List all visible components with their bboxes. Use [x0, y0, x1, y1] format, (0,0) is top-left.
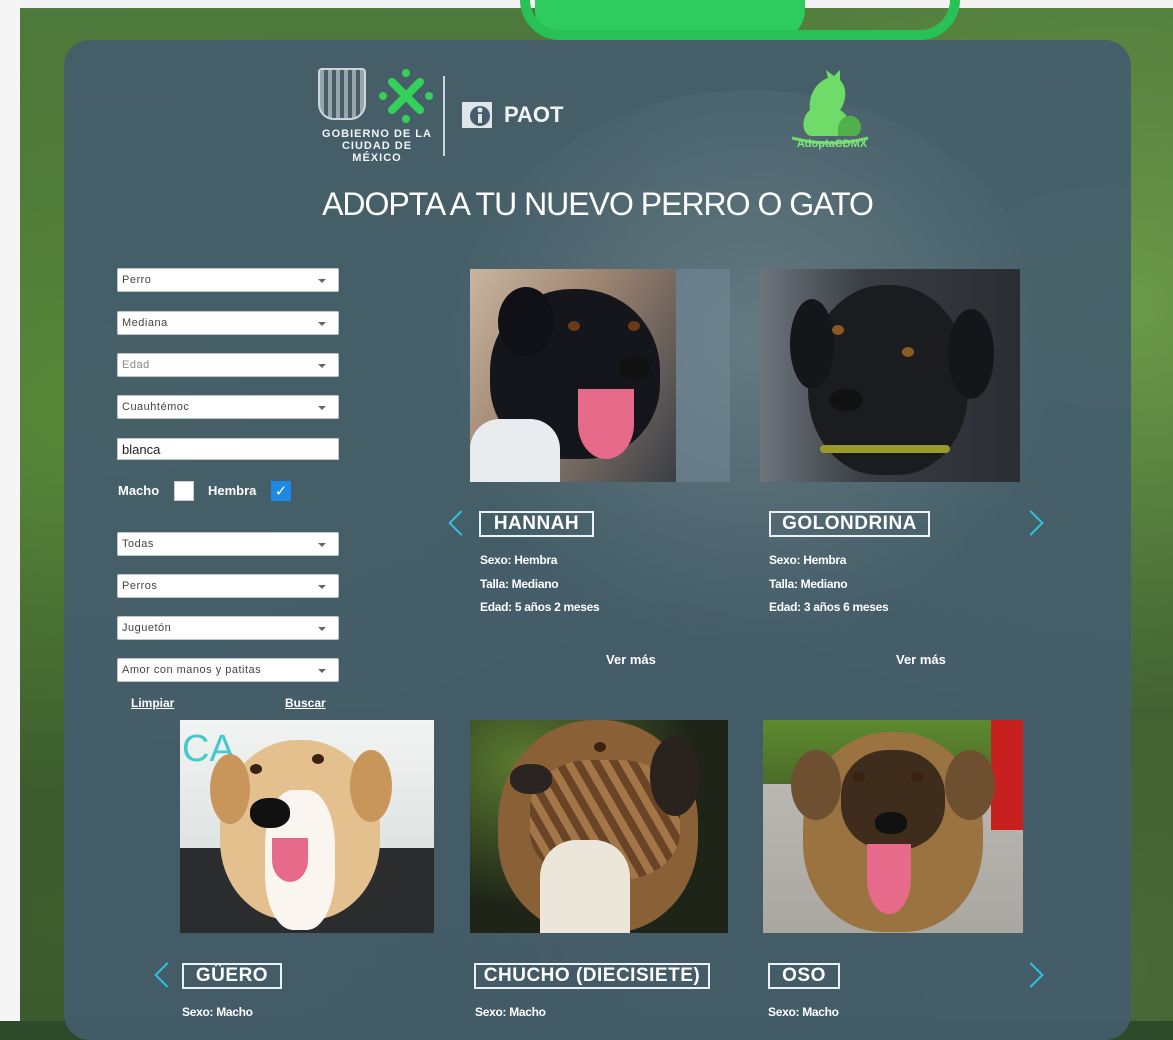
dog-photo[interactable] — [470, 720, 728, 933]
adoptacdmx-label: AdoptaCDMX — [796, 138, 868, 150]
pet-name-hannah: HANNAH — [479, 511, 594, 537]
personalidad-select[interactable]: Amor con manos y patitas — [117, 658, 339, 682]
macho-checkbox[interactable] — [174, 481, 194, 501]
page-title: ADOPTA A TU NUEVO PERRO O GATO — [322, 186, 874, 222]
pet-sexo: Sexo: Macho — [475, 1005, 546, 1019]
logo-divider — [443, 76, 445, 156]
ver-mas-link[interactable]: Ver más — [606, 652, 656, 667]
cdmx-mark-logo — [379, 69, 433, 123]
pet-talla: Talla: Mediano — [769, 577, 848, 591]
pet-sexo: Sexo: Hembra — [480, 553, 558, 567]
pet-edad: Edad: 5 años 2 meses — [480, 600, 600, 614]
chevron-down-icon — [318, 585, 326, 589]
pet-talla: Talla: Mediano — [480, 577, 559, 591]
paot-label: PAOT — [504, 102, 564, 127]
pet-name-oso: OSO — [768, 963, 840, 989]
chevron-down-icon — [318, 669, 326, 673]
chevron-down-icon — [318, 627, 326, 631]
cdmx-crest-logo — [318, 68, 366, 120]
photo-side-area — [676, 269, 730, 482]
hembra-label: Hembra — [208, 483, 257, 498]
paot-icon — [462, 102, 492, 128]
alcaldia-select[interactable]: Cuauhtémoc — [117, 395, 339, 419]
red-car — [991, 720, 1023, 830]
left-edge — [0, 0, 20, 1021]
pet-name-chucho: CHUCHO (DIECISIETE) — [474, 963, 710, 989]
dog-photo[interactable] — [763, 720, 1023, 933]
pet-name-golondrina: GOLONDRINA — [769, 511, 930, 537]
pet-edad: Edad: 3 años 6 meses — [769, 600, 889, 614]
hembra-checkbox[interactable]: ✓ — [271, 481, 291, 501]
color-input[interactable]: blanca — [117, 438, 339, 460]
convivencia-select[interactable]: Todas — [117, 532, 339, 556]
ver-mas-link[interactable]: Ver más — [896, 652, 946, 667]
limpiar-link[interactable]: Limpiar — [131, 696, 174, 710]
con-animales-select[interactable]: Perros — [117, 574, 339, 598]
dog-photo[interactable] — [760, 269, 1020, 482]
talla-select[interactable]: Mediana — [117, 311, 339, 335]
pet-sexo: Sexo: Macho — [768, 1005, 839, 1019]
chevron-down-icon — [318, 364, 326, 368]
chevron-down-icon — [318, 543, 326, 547]
caracter-select[interactable]: Juguetón — [117, 616, 339, 640]
dog-photo[interactable] — [470, 269, 676, 482]
pet-name-guero: GÜERO — [182, 963, 282, 989]
pet-sexo: Sexo: Macho — [182, 1005, 253, 1019]
check-icon: ✓ — [274, 483, 288, 500]
buscar-link[interactable]: Buscar — [285, 696, 326, 710]
chevron-down-icon — [318, 406, 326, 410]
gobierno-cdmx-text: GOBIERNO DE LA CIUDAD DE MÉXICO — [322, 128, 432, 164]
especie-select[interactable]: Perro — [117, 268, 339, 292]
dog-photo[interactable]: CA — [180, 720, 434, 933]
mug-outline-graphic — [520, 0, 960, 40]
edad-select[interactable]: Edad — [117, 353, 339, 377]
pet-sexo: Sexo: Hembra — [769, 553, 847, 567]
chevron-down-icon — [318, 279, 326, 283]
chevron-down-icon — [318, 322, 326, 326]
macho-label: Macho — [118, 483, 160, 498]
